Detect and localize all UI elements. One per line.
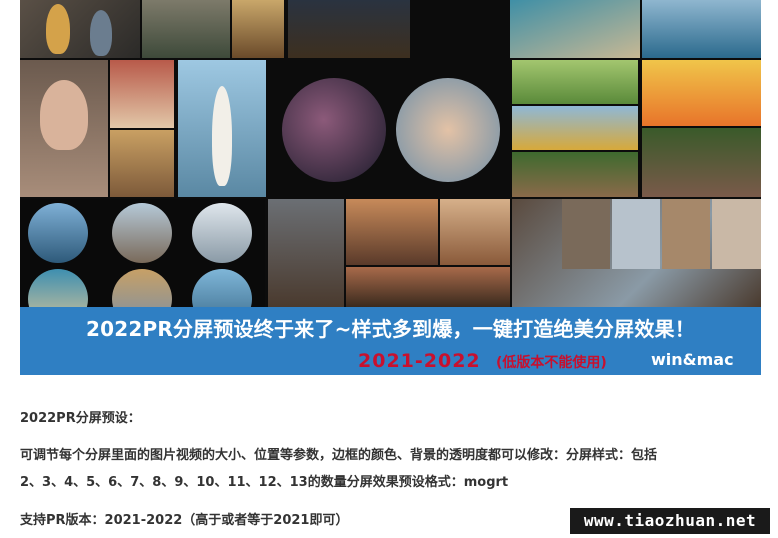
photo-tile-street [346, 267, 510, 307]
article-description-line2: 2、3、4、5、6、7、8、9、10、11、12、13的数量分屏效果预设格式：m… [20, 475, 509, 490]
circle-photo-woman-beach [396, 78, 500, 182]
photo-tile-night-city [288, 0, 410, 58]
photo-tile-shopping-street [110, 60, 174, 128]
photo-tile-selfie-group [346, 199, 438, 265]
photo-tile-woman-portrait [20, 60, 108, 197]
article-support-versions: 支持PR版本：2021-2022（高于或者等于2021即可） [20, 513, 349, 528]
photo-tile-orange-dress [642, 60, 761, 126]
title-ribbon: 2022PR分屏预设终于来了~样式多到爆，一键打造绝美分屏效果！ 2021-20… [20, 307, 761, 375]
photo-tile-woman-park [512, 152, 638, 197]
circle-photo-vr-headset [282, 78, 386, 182]
banner-platform: win&mac [651, 350, 734, 369]
banner-years: 2021-2022 [358, 350, 481, 372]
site-watermark: www.tiaozhuan.net [570, 508, 770, 534]
photo-tile-collage-right [512, 199, 761, 307]
photo-tile-golden-ruins [232, 0, 284, 58]
banner-title: 2022PR分屏预设终于来了~样式多到爆，一键打造绝美分屏效果！ [86, 317, 695, 341]
photo-tile-woman-smile [642, 128, 761, 197]
preview-banner: 2022PR分屏预设终于来了~样式多到爆，一键打造绝美分屏效果！ 2021-20… [20, 0, 761, 375]
photo-tile-friends-selfie [110, 130, 174, 197]
article-description-line1: 可调节每个分屏里面的图片视频的大小、位置等参数，边框的颜色、背景的透明度都可以修… [20, 448, 658, 463]
photo-tile-white-dress [178, 60, 266, 197]
article-heading: 2022PR分屏预设： [20, 411, 141, 426]
photo-tile-beach-aerial [510, 0, 640, 58]
photo-tile-marina [642, 0, 761, 58]
photo-tile-group-friends [268, 199, 344, 307]
photo-tile-people-walking [20, 0, 140, 58]
circle-grid-panel [20, 199, 265, 307]
photo-tile-city-aerial [142, 0, 230, 58]
photo-tile-wheat-field [512, 106, 638, 150]
photo-tile-smiling-woman [512, 60, 638, 104]
photo-tile-couple [440, 199, 510, 265]
banner-version-note: (低版本不能使用) [496, 355, 607, 371]
